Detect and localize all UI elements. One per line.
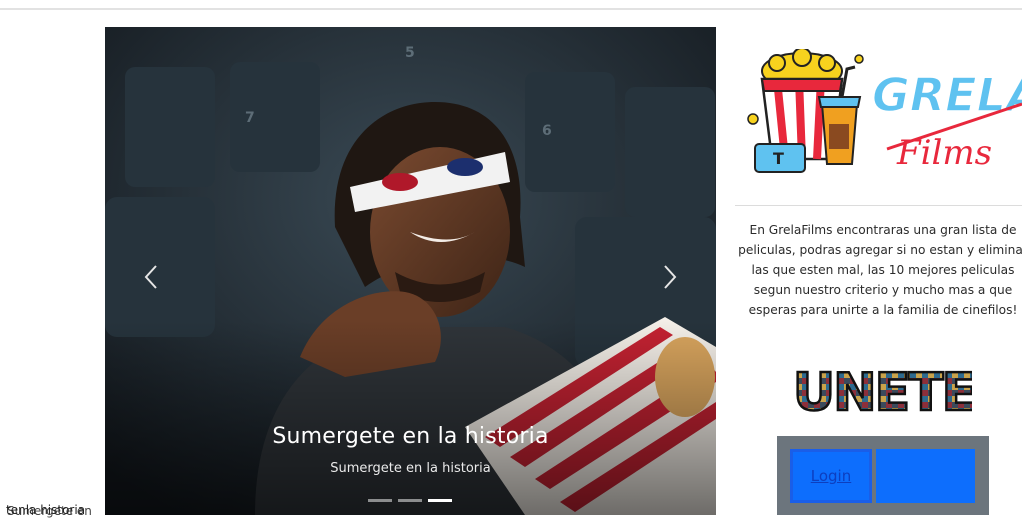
carousel-prev-button[interactable] — [126, 259, 176, 295]
popcorn-icon: T — [747, 49, 864, 173]
svg-text:UNETE: UNETE — [796, 363, 972, 418]
carousel-caption-title: Sumergete en la historia — [272, 424, 549, 449]
sidebar: T GRELA Films En GrelaFilms encontraras … — [735, 27, 1022, 515]
carousel-indicator-2[interactable] — [398, 499, 422, 502]
carousel-indicator-1[interactable] — [368, 499, 392, 502]
site-description: En GrelaFilms encontraras una gran lista… — [738, 223, 1022, 317]
carousel-indicator-3[interactable] — [428, 499, 452, 502]
carousel-caption-subtitle: Sumergete en la historia — [330, 461, 491, 476]
svg-text:GRELA: GRELA — [872, 68, 1022, 122]
stray-text-b: Sumergete en — [7, 504, 92, 518]
hero-carousel[interactable]: 7 6 5 Sumergete en la historia — [105, 27, 716, 515]
register-button[interactable] — [876, 449, 975, 503]
top-border — [0, 8, 1022, 10]
login-button[interactable]: Login — [790, 449, 872, 503]
carousel-next-button[interactable] — [645, 259, 695, 295]
svg-text:T: T — [773, 149, 784, 168]
sidebar-divider — [735, 205, 1022, 206]
grelafilms-logo: T GRELA Films — [747, 49, 1022, 173]
chevron-right-icon — [664, 265, 677, 289]
svg-text:Films: Films — [896, 133, 992, 173]
chevron-left-icon — [144, 265, 157, 289]
login-panel: Login — [777, 436, 989, 515]
join-banner: UNETE — [796, 362, 972, 418]
carousel-indicators — [368, 499, 452, 502]
